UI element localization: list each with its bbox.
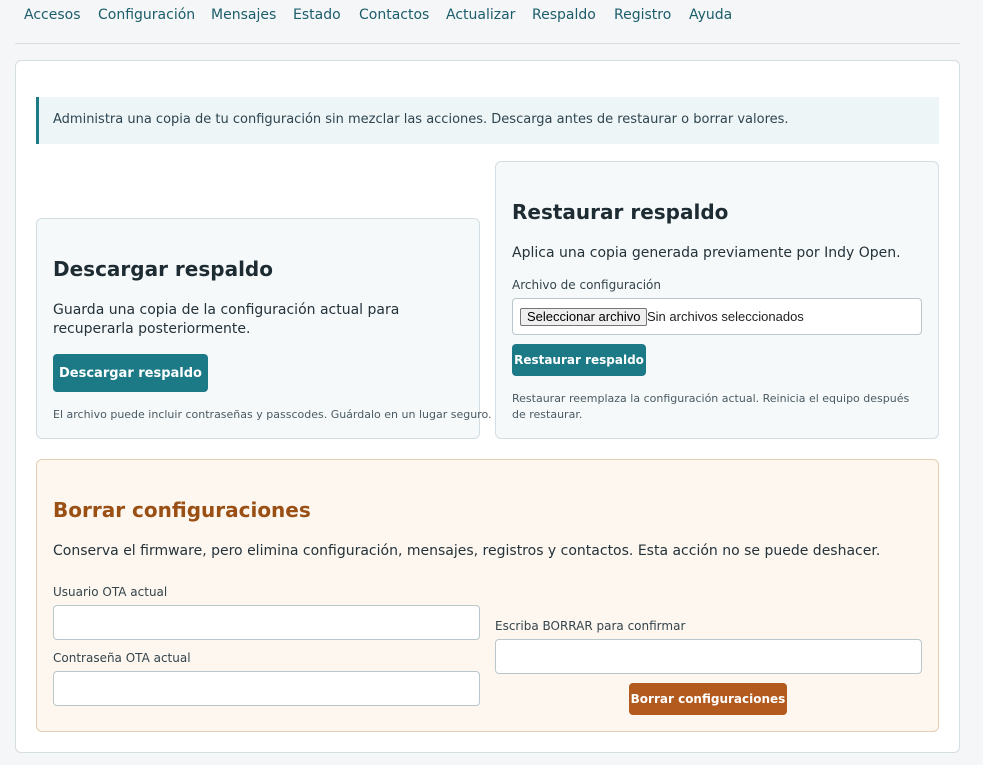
- confirm-label: Escriba BORRAR para confirmar: [495, 619, 686, 633]
- file-status: Sin archivos seleccionados: [647, 309, 804, 324]
- nav-item-actualizar[interactable]: Actualizar: [446, 7, 515, 23]
- ota-user-label: Usuario OTA actual: [53, 585, 168, 599]
- download-backup-button[interactable]: Descargar respaldo: [53, 354, 208, 392]
- ota-password-label: Contraseña OTA actual: [53, 651, 191, 665]
- erase-config-button[interactable]: Borrar configuraciones: [629, 683, 787, 715]
- nav-item-mensajes[interactable]: Mensajes: [211, 7, 276, 23]
- nav-item-estado[interactable]: Estado: [293, 7, 341, 23]
- config-file-label: Archivo de configuración: [512, 278, 661, 292]
- ota-password-input[interactable]: [53, 671, 480, 706]
- download-description: Guarda una copia de la configuración act…: [53, 302, 400, 337]
- confirm-input[interactable]: [495, 639, 922, 674]
- nav-item-contactos[interactable]: Contactos: [359, 7, 429, 23]
- ota-user-input[interactable]: [53, 605, 480, 640]
- nav-item-registro[interactable]: Registro: [614, 7, 671, 23]
- nav-item-configuracion[interactable]: Configuración: [98, 7, 195, 23]
- nav-item-accesos[interactable]: Accesos: [24, 7, 81, 23]
- erase-title: Borrar configuraciones: [53, 498, 311, 522]
- restore-backup-button[interactable]: Restaurar respaldo: [512, 344, 646, 376]
- restore-note: Restaurar reemplaza la configuración act…: [512, 392, 910, 421]
- nav-item-respaldo[interactable]: Respaldo: [532, 7, 596, 23]
- restore-description: Aplica una copia generada previamente po…: [512, 245, 901, 261]
- restore-title: Restaurar respaldo: [512, 200, 729, 224]
- info-callout: Administra una copia de tu configuración…: [36, 97, 939, 144]
- nav-item-ayuda[interactable]: Ayuda: [689, 7, 732, 23]
- config-file-input[interactable]: Seleccionar archivo Sin archivos selecci…: [512, 298, 922, 335]
- top-navigation: Accesos Configuración Mensajes Estado Co…: [15, 0, 960, 44]
- download-title: Descargar respaldo: [53, 257, 273, 281]
- select-file-button[interactable]: Seleccionar archivo: [520, 308, 648, 326]
- erase-description: Conserva el firmware, pero elimina confi…: [53, 543, 881, 559]
- download-note: El archivo puede incluir contraseñas y p…: [53, 408, 492, 421]
